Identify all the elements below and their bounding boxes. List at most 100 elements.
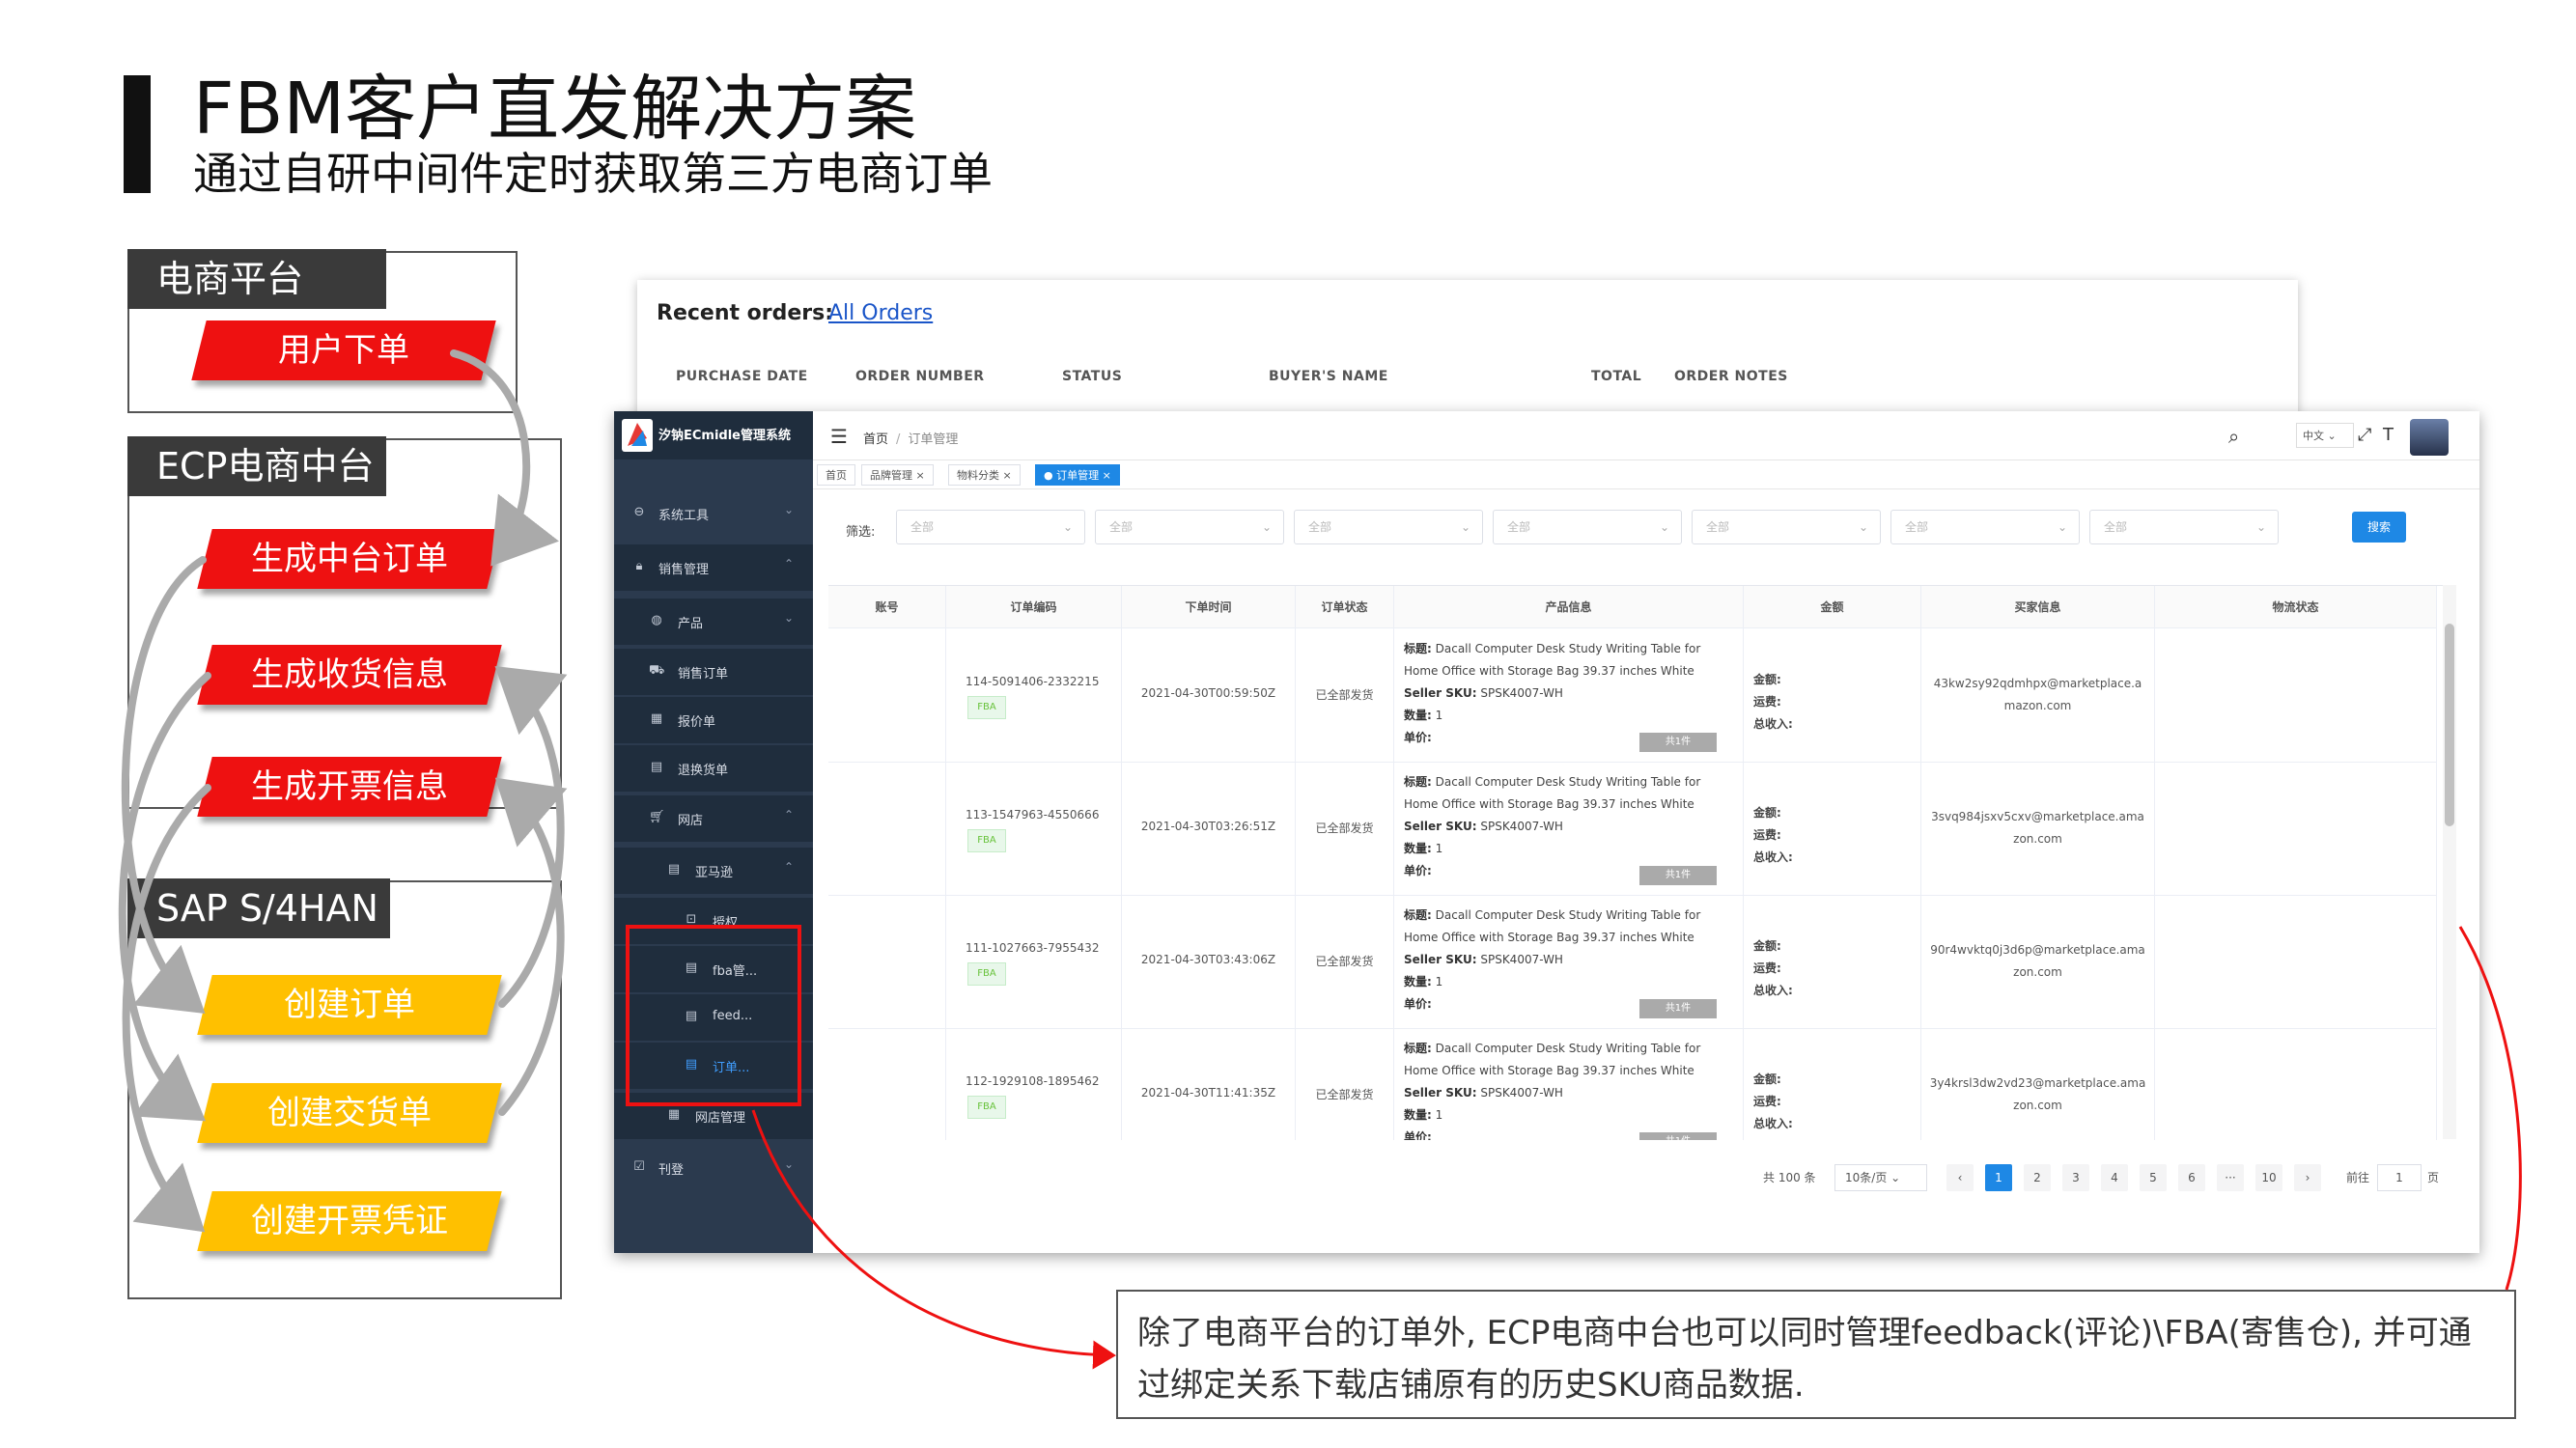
col-order-number: ORDER NUMBER: [855, 369, 985, 384]
page-1[interactable]: 1: [1985, 1164, 2012, 1191]
grid-icon: ▦: [650, 711, 663, 726]
grid-icon: ▦: [667, 1107, 681, 1122]
title-accent-bar: [124, 75, 151, 193]
tag-home[interactable]: 首页: [817, 464, 855, 486]
next-page-button[interactable]: ›: [2294, 1164, 2321, 1191]
goto-page-input[interactable]: 1: [2377, 1164, 2422, 1191]
app-name: 汐钠ECmidle管理系统: [658, 429, 792, 443]
file-icon: ▤: [650, 760, 663, 774]
sidebar-item-amazon[interactable]: ▤ 亚马逊 ⌃: [614, 848, 813, 894]
cell-logistics: [2155, 628, 2437, 762]
page-2[interactable]: 2: [2024, 1164, 2051, 1191]
table-scrollbar[interactable]: [2443, 585, 2456, 1139]
cell-product: 标题: Dacall Computer Desk Study Writing T…: [1394, 628, 1744, 762]
filter-select-3[interactable]: 全部 ⌄: [1294, 510, 1483, 544]
callout-box: 除了电商平台的订单外, ECP电商中台也可以同时管理feedback(评论)\F…: [1116, 1290, 2516, 1419]
th-amount: 金额: [1744, 586, 1921, 628]
sidebar-item-listing[interactable]: ☑ 刊登 ⌄: [614, 1145, 813, 1191]
shop-icon: 🛒︎: [649, 810, 665, 824]
step-create-billing-doc: 创建开票凭证: [197, 1191, 502, 1251]
chevron-up-icon: ⌃: [783, 808, 794, 821]
filter-select-4[interactable]: 全部 ⌄: [1493, 510, 1682, 544]
cell-time: 2021-04-30T03:26:51Z: [1122, 762, 1296, 895]
cell-product: 标题: Dacall Computer Desk Study Writing T…: [1394, 895, 1744, 1028]
scrollbar-thumb[interactable]: [2445, 624, 2454, 826]
tag-order-management[interactable]: ● 订单管理 ×: [1035, 464, 1120, 486]
font-size-icon[interactable]: T: [2383, 425, 2394, 445]
chevron-up-icon: ⌃: [783, 557, 794, 571]
step-create-invoice-info: 生成开票信息: [197, 757, 502, 817]
sidebar-item-system-tools[interactable]: ⊖ 系统工具 ⌄: [614, 490, 813, 537]
page-size-select[interactable]: 10条/页 ⌄: [1834, 1164, 1927, 1191]
sidebar-item-shop[interactable]: 🛒︎ 网店 ⌃: [614, 795, 813, 842]
page-ellipsis[interactable]: ···: [2217, 1164, 2244, 1191]
fullscreen-icon[interactable]: ⤢: [2358, 425, 2371, 445]
ecmidle-app-window: 汐钠ECmidle管理系统 ⊖ 系统工具 ⌄ 🔒︎ 销售管理 ⌃ ◍ 产品 ⌄ …: [614, 411, 2479, 1253]
chevron-down-icon: ⌄: [783, 1157, 794, 1171]
top-bar: ☰ 首页 / 订单管理 ⌕ 中文 ⌄ ⤢ T: [813, 411, 2479, 460]
table-row[interactable]: 113-1547963-4550666 FBA 2021-04-30T03:26…: [828, 762, 2437, 896]
cell-amount: 金额: 运费: 总收入:: [1744, 895, 1921, 1028]
filter-select-5[interactable]: 全部 ⌄: [1692, 510, 1881, 544]
fba-badge: FBA: [967, 829, 1006, 852]
orders-table: 账号 订单编码 下单时间 订单状态 产品信息 金额 买家信息 物流状态 114-…: [828, 585, 2450, 1140]
all-orders-link[interactable]: All Orders: [828, 301, 933, 325]
globe-icon: ◍: [651, 613, 662, 627]
cell-order-no: 111-1027663-7955432 FBA: [946, 895, 1122, 1028]
item-count-button[interactable]: 共1件: [1639, 999, 1717, 1018]
filter-select-1[interactable]: 全部 ⌄: [896, 510, 1085, 544]
chevron-down-icon: ⌄: [783, 503, 794, 516]
filter-select-6[interactable]: 全部 ⌄: [1890, 510, 2080, 544]
step-user-order: 用户下单: [191, 320, 496, 380]
cell-order-no: 113-1547963-4550666 FBA: [946, 762, 1122, 895]
avatar[interactable]: [2410, 419, 2449, 456]
filter-select-2[interactable]: 全部 ⌄: [1095, 510, 1284, 544]
item-count-button[interactable]: 共1件: [1639, 1132, 1717, 1140]
page-3[interactable]: 3: [2062, 1164, 2089, 1191]
page-4[interactable]: 4: [2101, 1164, 2128, 1191]
tag-material[interactable]: 物料分类 ×: [948, 464, 1021, 486]
prev-page-button[interactable]: ‹: [1946, 1164, 1974, 1191]
step-create-ecp-order: 生成中台订单: [197, 529, 502, 589]
breadcrumb-current: 订单管理: [908, 432, 959, 447]
tag-brand[interactable]: 品牌管理 ×: [861, 464, 934, 486]
cell-account: [828, 1028, 946, 1140]
sidebar-item-product[interactable]: ◍ 产品 ⌄: [614, 599, 813, 645]
cell-buyer: 3y4krsl3dw2vd23@marketplace.amazon.com: [1921, 1028, 2155, 1140]
step-create-receipt-info: 生成收货信息: [197, 645, 502, 705]
language-select[interactable]: 中文 ⌄: [2296, 423, 2354, 448]
cell-product: 标题: Dacall Computer Desk Study Writing T…: [1394, 1028, 1744, 1140]
cell-time: 2021-04-30T11:41:35Z: [1122, 1028, 1296, 1140]
step-create-delivery: 创建交货单: [197, 1083, 502, 1143]
cell-logistics: [2155, 1028, 2437, 1140]
th-product-info: 产品信息: [1394, 586, 1744, 628]
table-row[interactable]: 111-1027663-7955432 FBA 2021-04-30T03:43…: [828, 895, 2437, 1029]
sidebar-item-sales[interactable]: 🔒︎ 销售管理 ⌃: [614, 544, 813, 591]
page-10[interactable]: 10: [2255, 1164, 2282, 1191]
top-right-tools: ⌕ 中文 ⌄ ⤢ T: [2228, 419, 2460, 456]
table-row[interactable]: 112-1929108-1895462 FBA 2021-04-30T11:41…: [828, 1028, 2437, 1140]
breadcrumb-home[interactable]: 首页: [863, 432, 888, 447]
cell-status: 已全部发货: [1296, 1028, 1394, 1140]
sidebar-header: 汐钠ECmidle管理系统: [614, 411, 813, 459]
search-button[interactable]: 搜索: [2352, 512, 2406, 543]
sidebar-item-quotation[interactable]: ▦ 报价单: [614, 697, 813, 743]
cell-logistics: [2155, 762, 2437, 895]
page-6[interactable]: 6: [2178, 1164, 2205, 1191]
page-5[interactable]: 5: [2140, 1164, 2167, 1191]
cell-account: [828, 762, 946, 895]
sidebar-item-sales-order[interactable]: ⛟ 销售订单: [614, 649, 813, 695]
hamburger-icon[interactable]: ☰: [830, 425, 848, 448]
item-count-button[interactable]: 共1件: [1639, 733, 1717, 752]
sidebar-item-returns[interactable]: ▤ 退换货单: [614, 745, 813, 792]
sidebar-highlight-box: [626, 925, 801, 1106]
slide-title: FBM客户直发解决方案: [193, 68, 917, 151]
col-status: STATUS: [1062, 369, 1123, 384]
filter-label: 筛选:: [846, 525, 876, 540]
cell-status: 已全部发货: [1296, 895, 1394, 1028]
filter-select-7[interactable]: 全部 ⌄: [2089, 510, 2279, 544]
cell-amount: 金额: 运费: 总收入:: [1744, 628, 1921, 762]
table-row[interactable]: 114-5091406-2332215 FBA 2021-04-30T00:59…: [828, 628, 2437, 763]
search-icon[interactable]: ⌕: [2228, 425, 2239, 448]
item-count-button[interactable]: 共1件: [1639, 866, 1717, 885]
